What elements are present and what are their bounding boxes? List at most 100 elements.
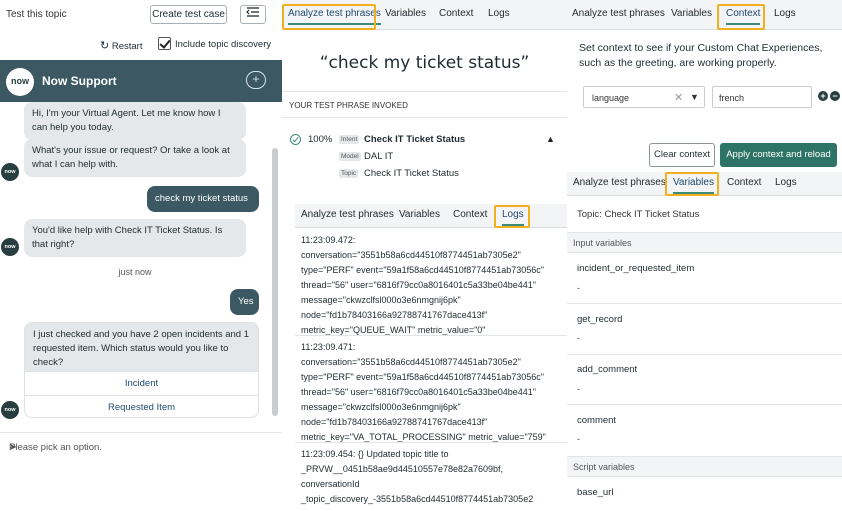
highlight-box bbox=[665, 172, 719, 196]
log-line: _PRVW__0451b58ae9d44510557e78e82a7609bf, bbox=[301, 464, 504, 474]
collapse-caret-icon[interactable]: ▲ bbox=[546, 134, 555, 144]
context-key-select[interactable]: language ✕ ▼ bbox=[583, 86, 705, 108]
agent-avatar: now bbox=[1, 163, 19, 181]
log-line: message="ckwzclfsl000o3e6nmgnij6pk" bbox=[301, 295, 461, 305]
log-entry: 11:23:09.472: conversation="3551b58a6cd44… bbox=[301, 233, 551, 338]
chevron-down-icon[interactable]: ▼ bbox=[690, 92, 699, 102]
tab-logs[interactable]: Logs bbox=[775, 177, 797, 188]
select-value: language bbox=[592, 93, 630, 103]
chat-toolbar: Test this topic Create test case ↻ Resta… bbox=[0, 0, 282, 60]
tab-context[interactable]: Context bbox=[727, 177, 761, 188]
highlight-box bbox=[717, 4, 765, 30]
test-phrase: “check my ticket status” bbox=[319, 53, 530, 73]
log-line: type="PERF" event="59a1f58a6cd44510f8774… bbox=[301, 372, 544, 382]
restart-icon: ↻ bbox=[100, 40, 110, 52]
tab-logs[interactable]: Logs bbox=[488, 8, 510, 19]
message-list: Hi, I'm your Virtual Agent. Let me know … bbox=[0, 102, 282, 432]
analyze-panel: Analyze test phrases Variables Context L… bbox=[282, 0, 567, 511]
restart-label: Restart bbox=[111, 41, 143, 52]
restart-button[interactable]: ↻ Restart bbox=[100, 39, 142, 52]
new-chat-icon[interactable]: + bbox=[246, 71, 266, 89]
top-tabs: Analyze test phrases Variables Context L… bbox=[567, 0, 842, 30]
options-card: I just checked and you have 2 open incid… bbox=[24, 322, 259, 418]
model-value: DAL IT bbox=[364, 151, 394, 162]
section-header: YOUR TEST PHRASE INVOKED bbox=[282, 91, 567, 118]
topic-value: Check IT Ticket Status bbox=[364, 168, 459, 179]
log-line: 11:23:09.472: bbox=[301, 235, 356, 245]
remove-icon[interactable]: − bbox=[830, 91, 840, 101]
log-line: conversation="3551b58a6cd44510f8774451ab… bbox=[301, 250, 521, 260]
collapse-icon[interactable] bbox=[240, 5, 266, 24]
topic-line: Topic: Check IT Ticket Status bbox=[577, 209, 700, 220]
confidence-pct: 100% bbox=[308, 134, 333, 145]
tab-analyze-test-phrases[interactable]: Analyze test phrases bbox=[572, 8, 665, 19]
tab-logs[interactable]: Logs bbox=[774, 8, 796, 19]
variable-value: - bbox=[577, 434, 580, 444]
tab-variables[interactable]: Variables bbox=[671, 8, 712, 19]
log-line: node="fd1b78403166a92788741767dace413f" bbox=[301, 417, 488, 427]
chat-input-placeholder: Please pick an option. bbox=[9, 442, 102, 453]
send-icon[interactable]: ➤ bbox=[9, 442, 17, 453]
highlight-box bbox=[282, 4, 376, 30]
log-line: conversationId bbox=[301, 479, 360, 489]
user-message: Yes bbox=[230, 289, 259, 315]
variable-name: base_url bbox=[577, 487, 614, 498]
log-line: message="ckwzclfsl000o3e6nmgnij6pk" bbox=[301, 402, 461, 412]
log-line: node="fd1b78403166a92788741767dace413f" bbox=[301, 310, 488, 320]
tab-variables[interactable]: Variables bbox=[385, 8, 426, 19]
variable-value: - bbox=[577, 283, 580, 293]
tab-context[interactable]: Context bbox=[453, 209, 487, 220]
clear-icon[interactable]: ✕ bbox=[674, 91, 683, 104]
script-variables-header: Script variables bbox=[567, 456, 842, 477]
now-logo: now bbox=[6, 68, 34, 96]
option-incident[interactable]: Incident bbox=[25, 371, 258, 395]
divider bbox=[567, 303, 842, 304]
tab-analyze-test-phrases[interactable]: Analyze test phrases bbox=[301, 209, 394, 220]
include-discovery-label: Include topic discovery bbox=[175, 39, 272, 50]
log-entry: 11:23:09.454: {} Updated topic title to _… bbox=[301, 447, 551, 507]
chat-title: Now Support bbox=[42, 74, 117, 88]
agent-avatar: now bbox=[1, 238, 19, 256]
variable-value: - bbox=[577, 384, 580, 394]
log-line: 11:23:09.454: {} Updated topic title to bbox=[301, 449, 449, 459]
variable-value: - bbox=[577, 333, 580, 343]
create-test-case-button[interactable]: Create test case bbox=[150, 5, 227, 24]
agent-avatar: now bbox=[1, 401, 19, 419]
intent-value: Check IT Ticket Status bbox=[364, 134, 466, 145]
log-line: type="PERF" event="59a1f58a6cd44510f8774… bbox=[301, 265, 544, 275]
chat-input[interactable]: Please pick an option. ➤ bbox=[0, 432, 282, 462]
option-requested-item[interactable]: Requested Item bbox=[25, 395, 258, 417]
divider bbox=[567, 354, 842, 355]
user-message: check my ticket status bbox=[147, 186, 259, 212]
topic-tag: Topic bbox=[339, 169, 359, 178]
input-variables-header: Input variables bbox=[567, 232, 842, 253]
log-line: conversation="3551b58a6cd44510f8774451ab… bbox=[301, 357, 521, 367]
context-panel: Analyze test phrases Variables Context L… bbox=[567, 0, 842, 511]
chat-panel: Test this topic Create test case ↻ Resta… bbox=[0, 0, 282, 511]
chat-header: now Now Support + bbox=[0, 60, 282, 102]
variable-name: add_comment bbox=[577, 364, 638, 375]
divider bbox=[295, 442, 567, 443]
divider bbox=[567, 404, 842, 405]
variable-name: incident_or_requested_item bbox=[577, 263, 695, 274]
chat-scrollbar[interactable] bbox=[272, 148, 278, 416]
log-line: 11:23:09.471: bbox=[301, 342, 356, 352]
agent-question: I just checked and you have 2 open incid… bbox=[25, 323, 258, 371]
agent-message: Hi, I'm your Virtual Agent. Let me know … bbox=[24, 102, 246, 140]
add-icon[interactable]: + bbox=[818, 91, 828, 101]
tab-analyze-test-phrases[interactable]: Analyze test phrases bbox=[573, 177, 666, 188]
include-discovery-checkbox[interactable] bbox=[158, 37, 171, 50]
input-value: french bbox=[719, 93, 745, 103]
context-description: Set context to see if your Custom Chat E… bbox=[579, 42, 823, 69]
clear-context-button[interactable]: Clear context bbox=[649, 143, 715, 167]
divider bbox=[295, 335, 567, 336]
intent-tag: Intent bbox=[339, 135, 360, 144]
tab-variables[interactable]: Variables bbox=[399, 209, 440, 220]
highlight-box bbox=[494, 205, 530, 228]
log-entry: 11:23:09.471: conversation="3551b58a6cd44… bbox=[301, 340, 551, 445]
log-line: thread="56" user="6816f79cc0a8016401c5a3… bbox=[301, 387, 536, 397]
context-value-input[interactable]: french bbox=[712, 86, 812, 108]
tab-context[interactable]: Context bbox=[439, 8, 473, 19]
apply-context-button[interactable]: Apply context and reload bbox=[720, 143, 837, 167]
model-tag: Model bbox=[339, 152, 361, 161]
